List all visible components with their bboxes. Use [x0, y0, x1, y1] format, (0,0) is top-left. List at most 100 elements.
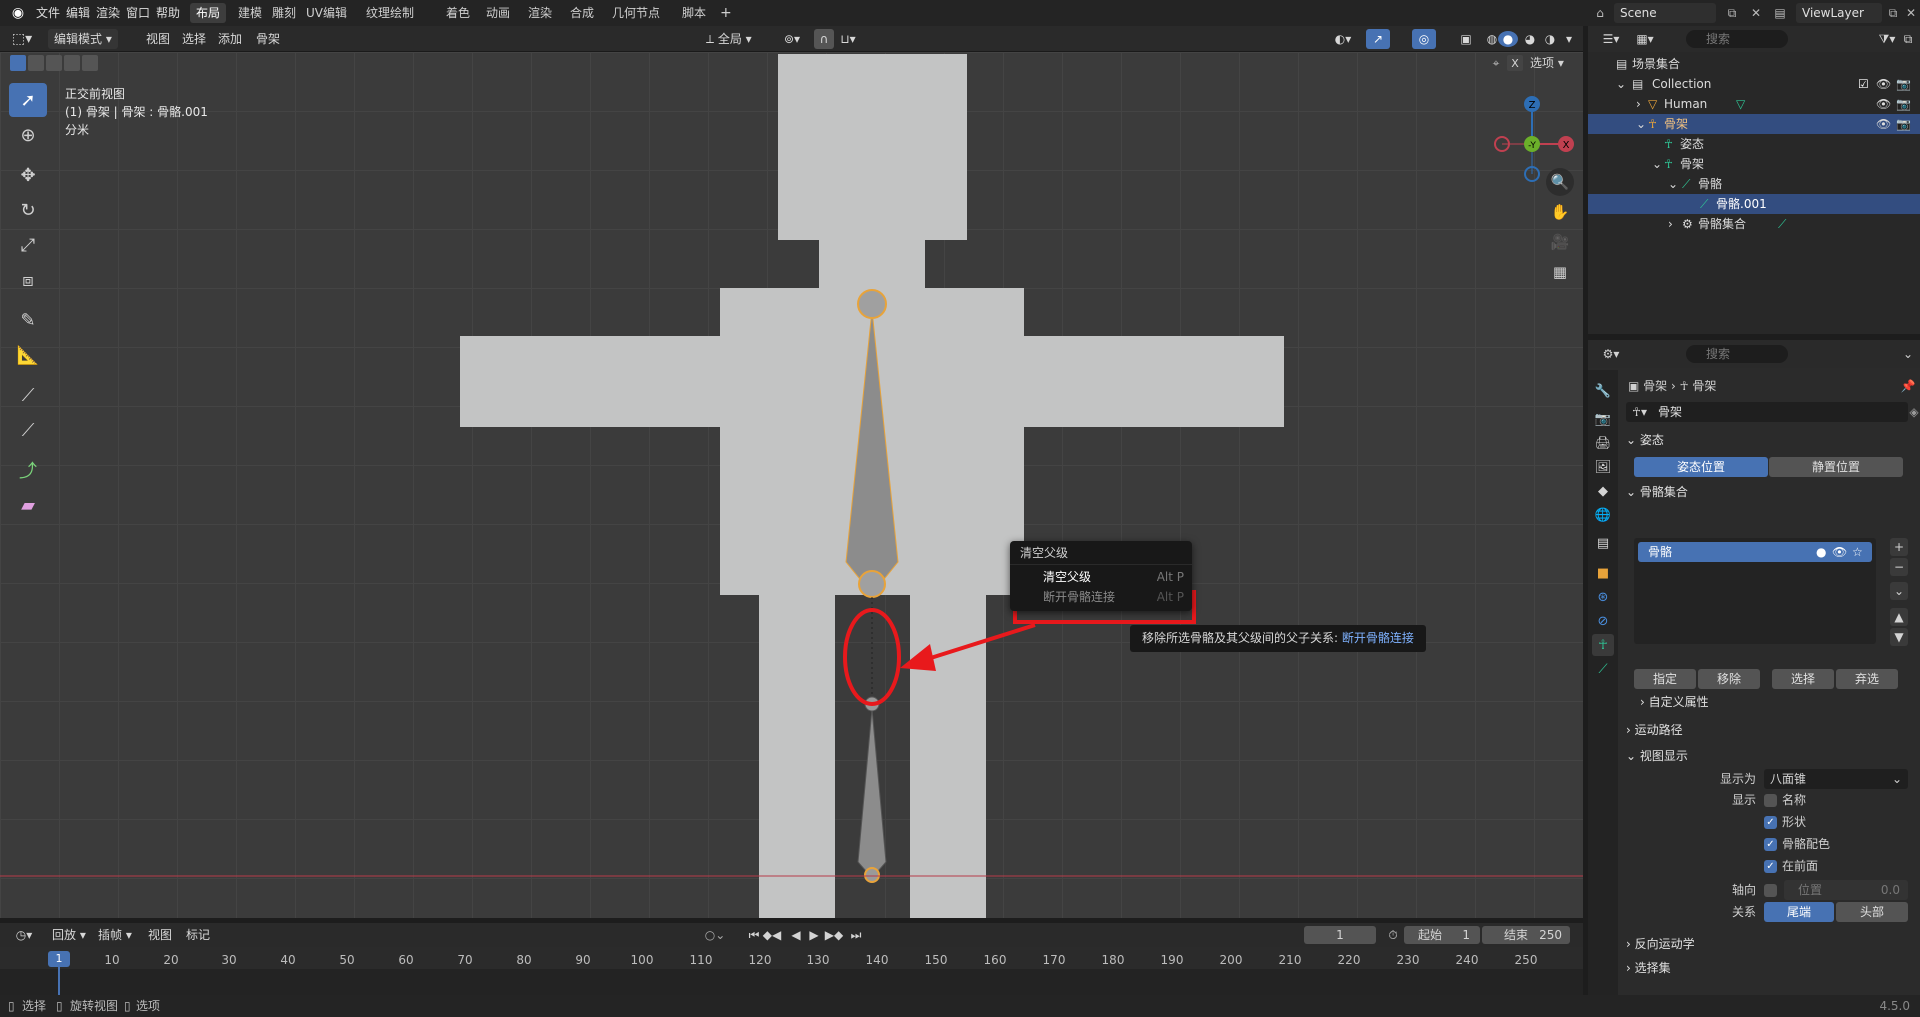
eye-icon[interactable]: 👁 — [1876, 114, 1891, 134]
options-gizmo-icon[interactable]: ⌖ — [1487, 55, 1505, 71]
menu-render[interactable]: 渲染 — [96, 0, 120, 26]
menu-window[interactable]: 窗口 — [126, 0, 150, 26]
options-dropdown[interactable]: 选项 ▾ — [1530, 55, 1564, 71]
eye-icon[interactable]: 👁 — [1832, 542, 1847, 562]
shading-options-icon[interactable]: ▾ — [1560, 26, 1578, 52]
editor-type-icon[interactable]: ⬚▾ — [8, 26, 36, 52]
blender-logo-icon[interactable]: ◉ — [8, 0, 28, 26]
tab-modeling[interactable]: 建模 — [232, 3, 268, 23]
armature-data-tab-icon[interactable]: ☥ — [1592, 634, 1614, 656]
axes-position-field[interactable]: 位置 0.0 — [1784, 880, 1908, 900]
menu-edit[interactable]: 编辑 — [66, 0, 90, 26]
camera-icon[interactable]: 📷 — [1896, 74, 1911, 94]
outliner-search-input[interactable]: 搜索 — [1686, 30, 1788, 48]
properties-editor-type-icon[interactable]: ⚙▾ — [1598, 345, 1624, 363]
timeline-editor-type-icon[interactable]: ◷▾ — [10, 925, 38, 945]
visibility-icon[interactable]: ◐▾ — [1330, 26, 1356, 52]
panel-viewport-display[interactable]: ⌄ 视图显示 — [1626, 744, 1916, 768]
timeline-view-menu[interactable]: 视图 — [148, 923, 172, 947]
relation-head-button[interactable]: 头部 — [1836, 902, 1908, 922]
star-icon[interactable]: ☆ — [1852, 542, 1863, 562]
outliner-row-bone[interactable]: ⌄ ⟋ 骨骼 — [1588, 174, 1920, 194]
fake-user-icon[interactable]: ◈ — [1909, 402, 1918, 422]
pivot-icon[interactable]: ⊚▾ — [774, 26, 810, 52]
end-frame-field[interactable]: 结束 250 — [1482, 926, 1570, 944]
solo-dot-icon[interactable]: ● — [1816, 542, 1826, 562]
jump-end-icon[interactable]: ⏭ — [848, 925, 864, 945]
bone-lower-tail[interactable] — [864, 867, 880, 883]
preview-range-icon[interactable]: ⏱ — [1384, 926, 1402, 944]
properties-options-icon[interactable]: ⌄ — [1900, 345, 1916, 363]
panel-pose[interactable]: ⌄ 姿态 — [1626, 428, 1916, 452]
delete-scene-icon[interactable]: ✕ — [1746, 0, 1766, 26]
pose-position-button[interactable]: 姿态位置 — [1634, 457, 1768, 477]
bone-tab-icon[interactable]: ⟋ — [1592, 658, 1614, 680]
menu-add[interactable]: 添加 — [218, 26, 242, 52]
playback-menu[interactable]: 回放 ▾ — [52, 923, 86, 947]
bone-upper-head[interactable] — [857, 289, 887, 319]
play-icon[interactable]: ▶ — [806, 925, 822, 945]
xray-icon[interactable]: ▣ — [1456, 26, 1476, 52]
pin-icon[interactable]: 📌 — [1900, 378, 1916, 394]
checkbox-icon[interactable]: ☑ — [1858, 74, 1869, 94]
scene-selector[interactable]: Scene — [1614, 3, 1716, 23]
shading-solid-icon[interactable]: ● — [1498, 31, 1518, 47]
menu-file[interactable]: 文件 — [36, 0, 60, 26]
camera-view-icon[interactable]: 🎥 — [1546, 228, 1574, 256]
tool-tab-icon[interactable]: 🔧 — [1592, 380, 1614, 402]
outliner-row-armature[interactable]: ⌄ ☥ 骨架 👁 📷 — [1588, 114, 1920, 134]
scene-tab-icon[interactable]: ◆ — [1592, 480, 1614, 502]
filter-icon[interactable]: ⧩▾ — [1874, 30, 1900, 48]
new-view-layer-icon[interactable]: ⧉ — [1884, 0, 1902, 26]
prev-keyframe-icon[interactable]: ◆◀ — [763, 925, 781, 945]
eye-icon[interactable]: 👁 — [1876, 94, 1891, 114]
next-keyframe-icon[interactable]: ▶◆ — [824, 925, 844, 945]
tab-geometry-nodes[interactable]: 几何节点 — [606, 3, 666, 23]
keying-menu[interactable]: 插帧 ▾ — [98, 923, 132, 947]
display-as-dropdown[interactable]: 八面锥 ⌄ — [1764, 769, 1908, 789]
snap-target-icon[interactable]: ⊔▾ — [836, 26, 860, 52]
shading-rendered-icon[interactable]: ◑ — [1540, 26, 1560, 52]
bone-lower[interactable] — [857, 708, 887, 879]
auto-key-icon[interactable]: ○⌄ — [700, 925, 730, 945]
jump-start-icon[interactable]: ⏮ — [746, 925, 762, 945]
panel-selection-sets[interactable]: › 选择集 — [1626, 956, 1916, 980]
zoom-icon[interactable]: 🔍 — [1546, 168, 1574, 196]
select-button[interactable]: 选择 — [1772, 669, 1834, 689]
deselect-button[interactable]: 弃选 — [1836, 669, 1898, 689]
menu-item-disconnect-bone[interactable]: 断开骨骼连接 Alt P — [1010, 587, 1192, 607]
relation-tail-button[interactable]: 尾端 — [1764, 902, 1834, 922]
menu-help[interactable]: 帮助 — [156, 0, 180, 26]
panel-motion-paths[interactable]: › 运动路径 — [1626, 718, 1916, 742]
timeline[interactable]: 1 10 20 30 40 50 60 70 80 90 100 110 120… — [0, 947, 1583, 995]
tab-texture-paint[interactable]: 纹理绘制 — [360, 3, 420, 23]
constraint-tab-icon[interactable]: ⊘ — [1592, 610, 1614, 632]
bone-collection-item[interactable]: 骨骼 ● 👁 ☆ — [1638, 542, 1872, 562]
bone-upper[interactable] — [845, 309, 899, 595]
menu-view[interactable]: 视图 — [146, 26, 170, 52]
in-front-checkbox[interactable]: ✓ — [1764, 860, 1777, 873]
panel-inverse-kinematics[interactable]: › 反向运动学 — [1626, 932, 1916, 956]
axes-checkbox[interactable] — [1764, 884, 1777, 897]
view-layer-tab-icon[interactable]: 🖼 — [1592, 456, 1614, 478]
menu-item-clear-parent[interactable]: 清空父级 Alt P — [1010, 567, 1192, 587]
current-frame-field[interactable]: 1 — [1304, 926, 1376, 944]
bone-collection-list[interactable]: 骨骼 ● 👁 ☆ — [1634, 538, 1876, 644]
render-tab-icon[interactable]: 📷 — [1592, 408, 1614, 430]
shapes-checkbox[interactable]: ✓ — [1764, 816, 1777, 829]
outliner-row-bone-001[interactable]: ⟋ 骨骼.001 — [1588, 194, 1920, 214]
modifier-tab-icon[interactable]: ⊛ — [1592, 586, 1614, 608]
tab-shading[interactable]: 着色 — [440, 3, 476, 23]
display-mode-icon[interactable]: ▦▾ — [1632, 30, 1658, 48]
remove-button[interactable]: 移除 — [1698, 669, 1760, 689]
new-collection-icon[interactable]: ⧉ — [1900, 30, 1916, 48]
outliner-row-collection[interactable]: ⌄ ▤ Collection ☑ 👁 📷 — [1588, 74, 1920, 94]
tab-sculpting[interactable]: 雕刻 — [266, 3, 302, 23]
playhead-frame-label[interactable]: 1 — [48, 951, 70, 967]
remove-collection-icon[interactable]: − — [1890, 558, 1908, 576]
bone-colors-checkbox[interactable]: ✓ — [1764, 838, 1777, 851]
move-down-icon[interactable]: ▼ — [1890, 628, 1908, 646]
bone-upper-tail[interactable] — [858, 570, 886, 598]
assign-button[interactable]: 指定 — [1634, 669, 1696, 689]
3d-viewport[interactable]: 正交前视图 (1) 骨架 | 骨架 : 骨骼.001 分米 ➚ ⊕ ✥ ↻ ⤢ … — [0, 52, 1583, 918]
